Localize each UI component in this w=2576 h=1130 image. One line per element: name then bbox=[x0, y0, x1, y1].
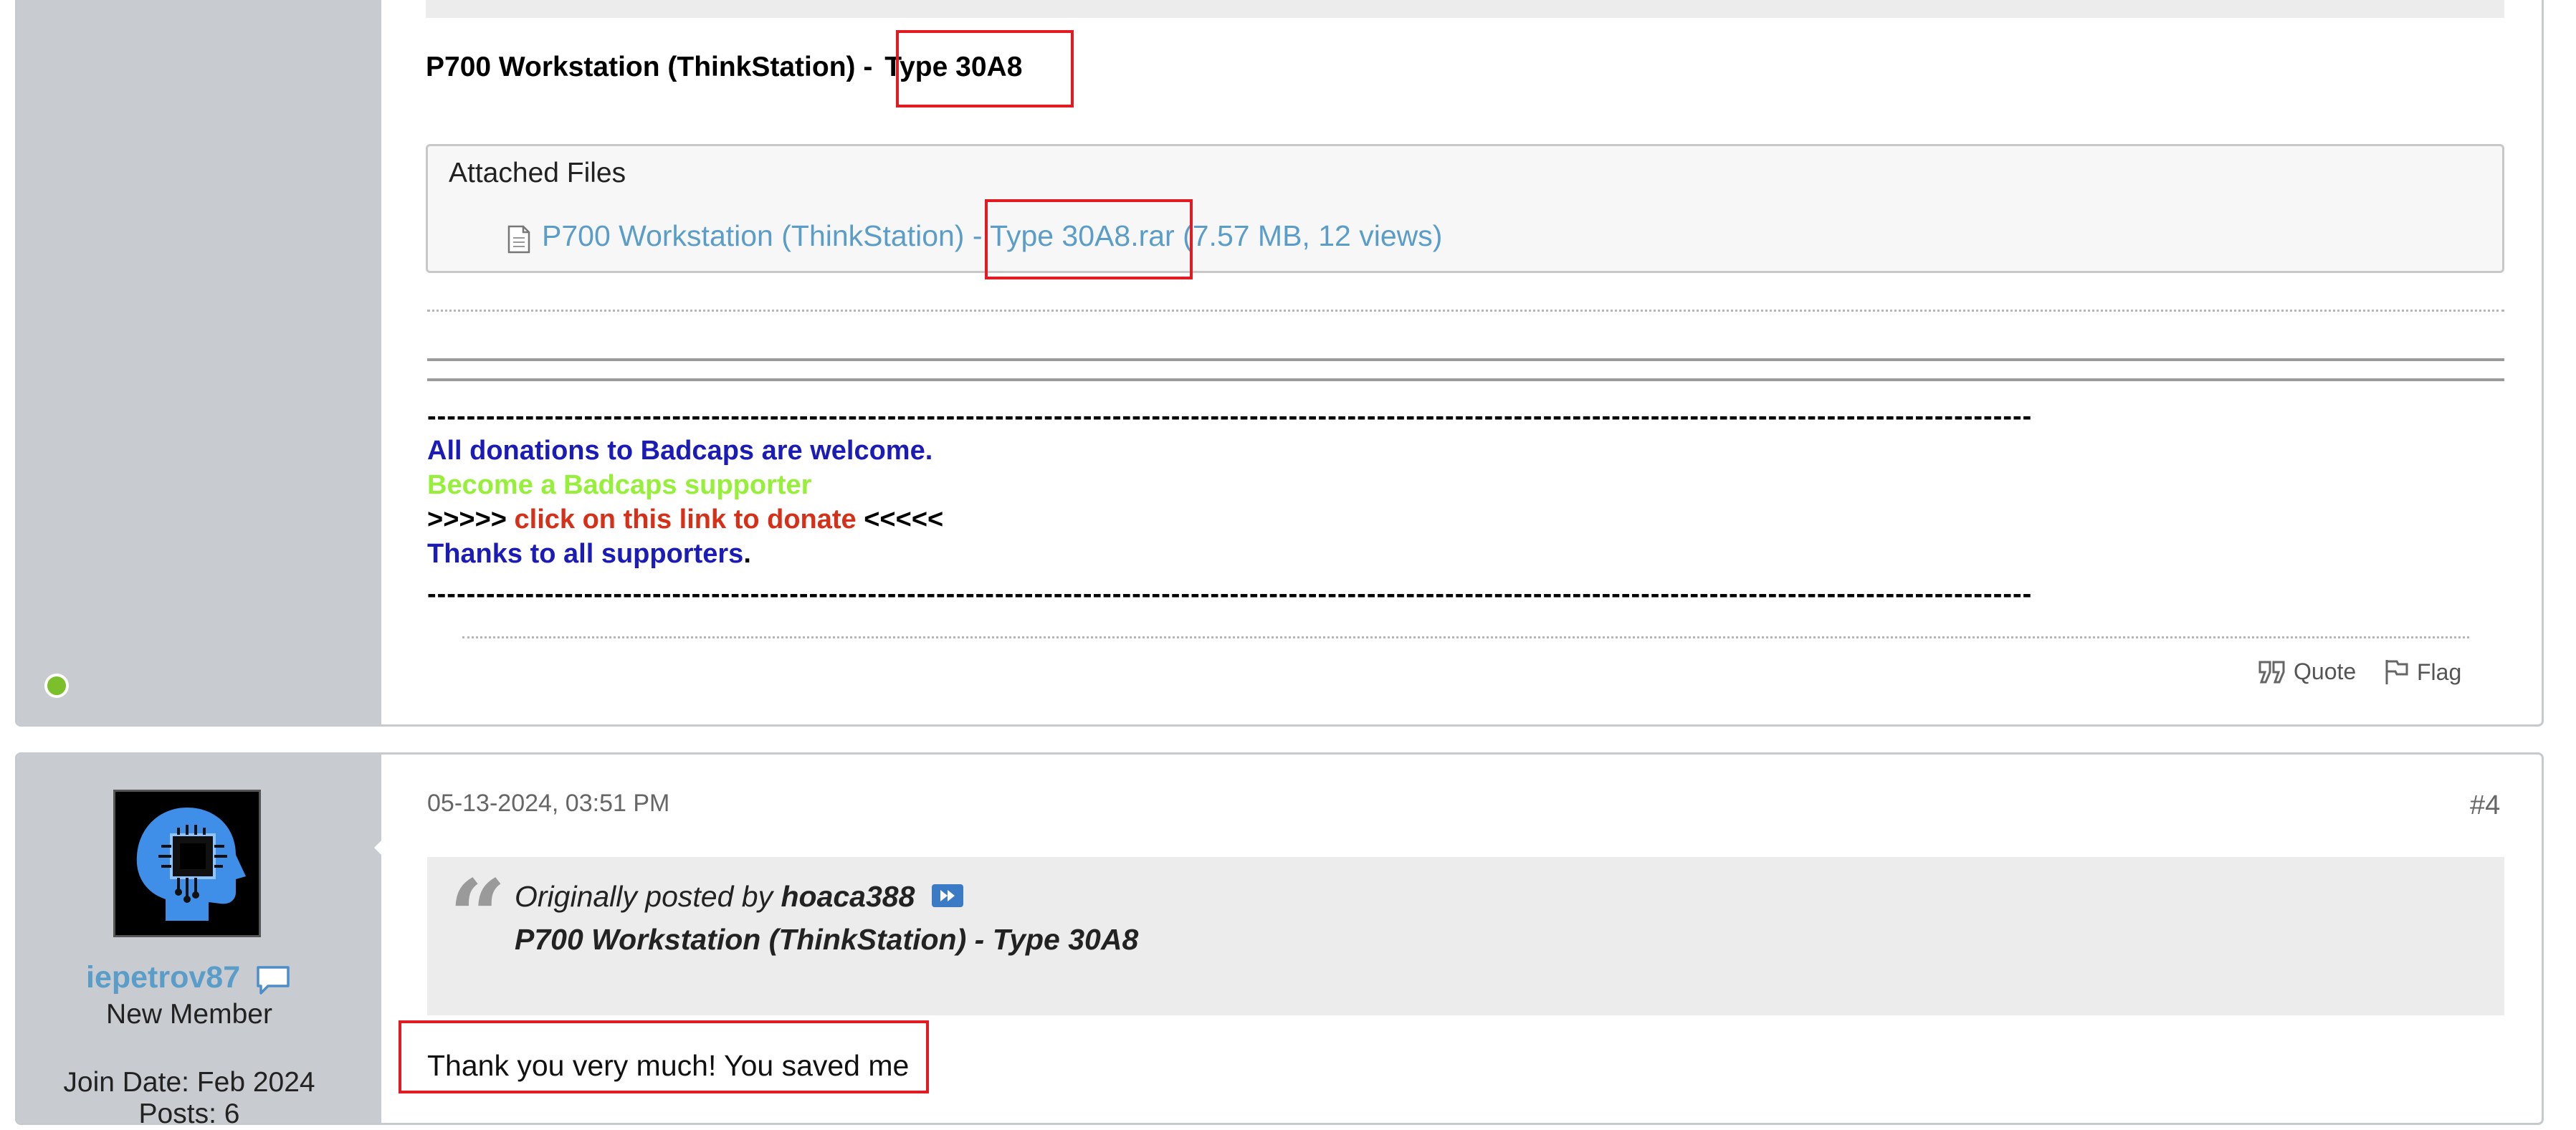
quote-area-remnant bbox=[426, 0, 2504, 18]
post-sidebar bbox=[17, 0, 381, 724]
signature-line: All donations to Badcaps are welcome. bbox=[427, 436, 933, 466]
quote-icon bbox=[2258, 661, 2285, 683]
highlight-box bbox=[985, 199, 1193, 279]
thanks-period: . bbox=[743, 539, 751, 569]
highlight-box bbox=[896, 30, 1074, 107]
thanks-text: Thanks to all supporters bbox=[427, 539, 744, 569]
sidebar-pointer bbox=[374, 835, 387, 861]
view-post-icon[interactable] bbox=[931, 884, 963, 908]
quote-text: P700 Workstation (ThinkStation) - Type 3… bbox=[515, 923, 1139, 956]
join-date: Join Date: Feb 2024 bbox=[63, 1067, 315, 1098]
post-container bbox=[15, 0, 2544, 727]
attached-files-box bbox=[426, 144, 2504, 273]
flag-label[interactable]: Flag bbox=[2417, 659, 2461, 686]
signature-divider bbox=[427, 378, 2504, 381]
divider bbox=[427, 310, 2504, 312]
signature-divider bbox=[427, 358, 2504, 361]
user-avatar[interactable] bbox=[113, 790, 261, 937]
donate-link[interactable]: click on this link to donate bbox=[515, 504, 857, 535]
quote-author: hoaca388 bbox=[781, 880, 915, 913]
title-prefix: P700 Workstation (ThinkStation) - bbox=[426, 52, 873, 82]
signature-line: >>>>> click on this link to donate <<<<< bbox=[427, 506, 943, 533]
signature-dashes: ----------------------------------------… bbox=[427, 579, 2033, 609]
attachment-meta: (7.57 MB, 12 views) bbox=[1183, 219, 1443, 252]
quote-mark-icon: “ bbox=[449, 858, 507, 976]
user-title: New Member bbox=[106, 999, 272, 1030]
username-link[interactable]: iepetrov87 bbox=[86, 960, 240, 995]
attachment-name-prefix[interactable]: P700 Workstation (ThinkStation) - bbox=[542, 219, 983, 252]
quote-label[interactable]: Quote bbox=[2294, 659, 2356, 685]
flag-icon bbox=[2385, 660, 2408, 684]
post-date: 05-13-2024, 03:51 PM bbox=[427, 790, 670, 817]
document-icon bbox=[507, 225, 530, 254]
online-status-icon bbox=[44, 674, 69, 698]
chat-bubble-icon[interactable] bbox=[255, 964, 291, 996]
brain-chip-icon bbox=[115, 792, 259, 935]
quote-prefix: Originally posted by bbox=[515, 880, 773, 913]
signature-dashes: ----------------------------------------… bbox=[427, 401, 2033, 431]
divider bbox=[462, 636, 2469, 638]
post-number-link[interactable]: #4 bbox=[2470, 790, 2500, 821]
quote-header: Originally posted by hoaca388 bbox=[515, 880, 963, 914]
arrows-left: >>>>> bbox=[427, 504, 515, 535]
flag-button[interactable]: Flag bbox=[2384, 659, 2461, 686]
signature-line: Become a Badcaps supporter bbox=[427, 470, 812, 500]
post-count: Posts: 6 bbox=[138, 1098, 240, 1129]
signature-line: Thanks to all supporters. bbox=[427, 540, 751, 568]
attached-files-label: Attached Files bbox=[449, 158, 626, 188]
quote-button[interactable]: Quote bbox=[2258, 659, 2356, 685]
arrows-right: <<<<< bbox=[856, 504, 944, 535]
highlight-box bbox=[399, 1020, 929, 1093]
